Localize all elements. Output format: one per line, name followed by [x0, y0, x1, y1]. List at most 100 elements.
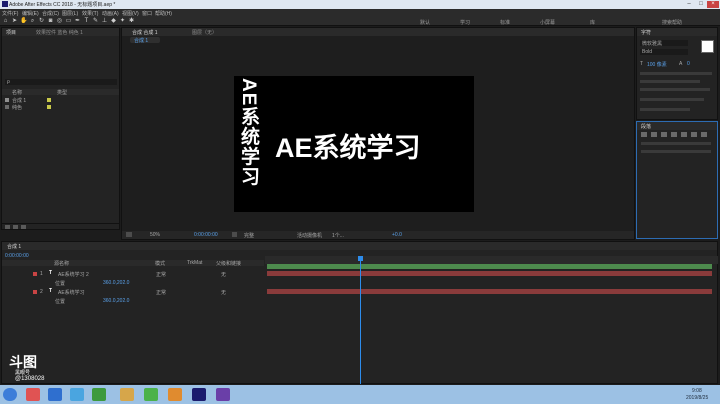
- hand-tool-icon[interactable]: ✋: [20, 18, 27, 25]
- playhead[interactable]: [360, 256, 361, 384]
- menu-help[interactable]: 帮助(H): [155, 10, 172, 17]
- justify-right-icon[interactable]: [691, 132, 697, 137]
- roto-tool-icon[interactable]: ✦: [119, 18, 126, 25]
- pan-behind-tool-icon[interactable]: ◎: [56, 18, 63, 25]
- layer-parent[interactable]: 无: [221, 271, 226, 278]
- app-icon[interactable]: [120, 388, 134, 401]
- eraser-tool-icon[interactable]: ◆: [110, 18, 117, 25]
- font-family-select[interactable]: 微软雅黑: [640, 40, 688, 47]
- property-value[interactable]: 360.0,202.0: [103, 280, 129, 286]
- justify-center-icon[interactable]: [681, 132, 687, 137]
- playhead-handle-icon[interactable]: [358, 256, 363, 261]
- type-tool-icon[interactable]: T: [83, 18, 90, 25]
- tab-layer[interactable]: 图层（无）: [192, 29, 217, 36]
- justify-left-icon[interactable]: [671, 132, 677, 137]
- table-row[interactable]: 2 T AE系统学习 正常 无: [3, 288, 265, 296]
- zoom-tool-icon[interactable]: ⌕: [29, 18, 36, 25]
- fill-color-swatch[interactable]: [701, 40, 714, 53]
- align-center-icon[interactable]: [651, 132, 657, 137]
- col-mode[interactable]: 模式: [155, 260, 165, 267]
- selection-tool-icon[interactable]: ➤: [11, 18, 18, 25]
- magnification-icon[interactable]: [126, 232, 132, 237]
- property-value[interactable]: 360.0,202.0: [103, 298, 129, 304]
- layer-mode[interactable]: 正常: [156, 271, 166, 278]
- align-right-icon[interactable]: [661, 132, 667, 137]
- pen-tool-icon[interactable]: ✒: [74, 18, 81, 25]
- minimize-icon[interactable]: –: [683, 1, 695, 8]
- col-type[interactable]: 类型: [57, 89, 67, 96]
- col-parent[interactable]: 父级和链接: [216, 260, 241, 267]
- tab-effect-controls[interactable]: 效果控件 蓝色 纯色 1: [36, 29, 83, 36]
- menu-file[interactable]: 文件(F): [2, 10, 18, 17]
- layer-name[interactable]: AE系统学习: [58, 289, 85, 296]
- layer-parent[interactable]: 无: [221, 289, 226, 296]
- workspace-small-screen[interactable]: 小屏幕: [540, 19, 555, 26]
- exposure-value[interactable]: +0.0: [392, 232, 402, 238]
- start-button-icon[interactable]: [3, 388, 17, 401]
- workspace-standard[interactable]: 标准: [500, 19, 510, 26]
- menu-composition[interactable]: 合成(C): [42, 10, 59, 17]
- breadcrumb[interactable]: 合成 1: [130, 37, 160, 44]
- tab-character[interactable]: 字符: [641, 29, 651, 36]
- layer-mode[interactable]: 正常: [156, 289, 166, 296]
- col-name[interactable]: 名称: [12, 89, 22, 96]
- font-size-value[interactable]: 100 像素: [647, 61, 667, 68]
- tab-timeline[interactable]: 合成 1: [7, 243, 21, 250]
- list-item[interactable]: 合成 1: [2, 97, 119, 104]
- work-area-bar[interactable]: [267, 264, 712, 269]
- clone-tool-icon[interactable]: ⊥: [101, 18, 108, 25]
- horizontal-text-layer[interactable]: AE系统学习: [275, 126, 421, 165]
- views-select[interactable]: 1个...: [332, 232, 344, 239]
- menu-effect[interactable]: 效果(T): [82, 10, 98, 17]
- resolution-select[interactable]: 完整: [244, 232, 254, 239]
- app-icon[interactable]: [70, 388, 84, 401]
- search-help-label[interactable]: 搜索帮助: [662, 19, 682, 26]
- table-row[interactable]: 位置 360.0,202.0: [3, 297, 265, 305]
- rotate-tool-icon[interactable]: ↻: [38, 18, 45, 25]
- tracking-value[interactable]: 0: [687, 61, 690, 67]
- menu-view[interactable]: 视图(V): [122, 10, 139, 17]
- home-icon[interactable]: ⌂: [2, 18, 9, 25]
- tab-paragraph[interactable]: 段落: [641, 123, 651, 130]
- after-effects-taskbar-icon[interactable]: [192, 388, 206, 401]
- tab-project[interactable]: 项目: [6, 29, 16, 36]
- app-icon[interactable]: [168, 388, 182, 401]
- puppet-tool-icon[interactable]: ✱: [128, 18, 135, 25]
- table-row[interactable]: 位置 360.0,202.0: [3, 279, 265, 287]
- new-folder-icon[interactable]: [13, 225, 18, 229]
- menu-layer[interactable]: 图层(L): [62, 10, 78, 17]
- layer-2-duration-bar[interactable]: [267, 289, 712, 294]
- project-search-input[interactable]: ρ: [5, 79, 117, 85]
- zoom-select[interactable]: 50%: [150, 232, 160, 238]
- app-icon[interactable]: [144, 388, 158, 401]
- camera-tool-icon[interactable]: ◙: [47, 18, 54, 25]
- workspace-library[interactable]: 库: [590, 19, 595, 26]
- timeline-timecode[interactable]: 0:00:00:00: [5, 253, 29, 259]
- camera-select[interactable]: 活动摄像机: [297, 232, 322, 239]
- workspace-learn[interactable]: 学习: [460, 19, 470, 26]
- table-row[interactable]: 1 T AE系统学习 2 正常 无: [3, 270, 265, 278]
- layer-name[interactable]: AE系统学习 2: [58, 271, 89, 278]
- snapshot-icon[interactable]: [232, 232, 237, 237]
- layer-1-duration-bar[interactable]: [267, 271, 712, 276]
- menu-edit[interactable]: 编辑(E): [22, 10, 39, 17]
- list-item[interactable]: 纯色: [2, 104, 119, 111]
- font-style-select[interactable]: Bold: [640, 49, 688, 55]
- brush-tool-icon[interactable]: ✎: [92, 18, 99, 25]
- workspace-default[interactable]: 默认: [420, 19, 430, 26]
- maximize-icon[interactable]: □: [695, 1, 707, 8]
- timecode-display[interactable]: 0:00:00:00: [194, 232, 218, 238]
- new-comp-icon[interactable]: [21, 225, 26, 229]
- tab-composition[interactable]: 合成 合成 1: [132, 29, 158, 36]
- vertical-text-layer[interactable]: AE系统学习: [236, 78, 262, 186]
- close-icon[interactable]: ×: [707, 1, 719, 8]
- menu-window[interactable]: 窗口: [142, 10, 152, 17]
- align-left-icon[interactable]: [641, 132, 647, 137]
- col-source-name[interactable]: 源名称: [54, 260, 69, 267]
- time-ruler[interactable]: [265, 256, 718, 264]
- rectangle-tool-icon[interactable]: ▭: [65, 18, 72, 25]
- app-icon[interactable]: [48, 388, 62, 401]
- justify-all-icon[interactable]: [701, 132, 707, 137]
- col-trkmat[interactable]: TrkMat: [187, 260, 202, 266]
- app-icon[interactable]: [92, 388, 106, 401]
